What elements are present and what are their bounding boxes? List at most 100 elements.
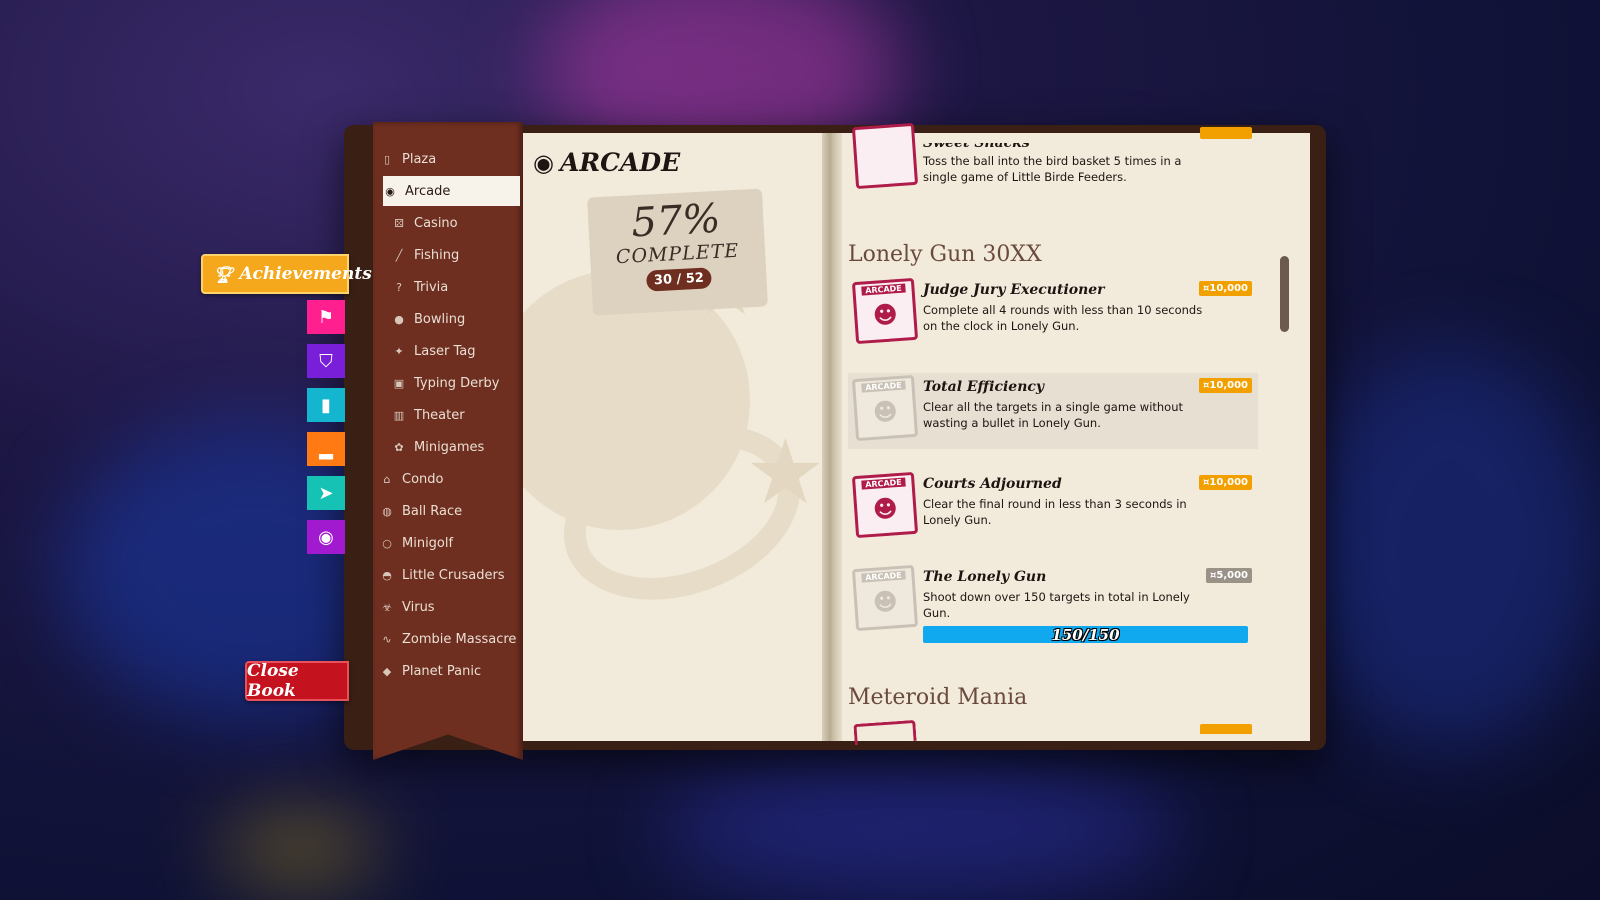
achievement-name: The Lonely Gun xyxy=(923,569,1047,585)
achievement-badge xyxy=(851,122,919,190)
nav-item-bowling[interactable]: ● Bowling xyxy=(392,304,520,334)
nav-item-trivia[interactable]: ? Trivia xyxy=(392,272,520,302)
scrollbar-thumb[interactable] xyxy=(1280,256,1289,332)
nav-item-little-crusaders[interactable]: ◓ Little Crusaders xyxy=(380,560,520,590)
nav-item-minigames[interactable]: ✿ Minigames xyxy=(392,432,520,462)
badge-label: ARCADE xyxy=(860,570,907,583)
reward-badge xyxy=(1200,127,1252,139)
bowling-ball-icon: ● xyxy=(394,312,404,326)
achievement-entry[interactable]: ARCADE ☻ Judge Jury Executioner Complete al… xyxy=(848,276,1258,352)
nav-item-label: Plaza xyxy=(402,151,437,167)
bar-chart-icon: ▮ xyxy=(321,394,331,416)
planet-icon: ◉ xyxy=(533,148,554,177)
flag-icon: ⚑ xyxy=(317,306,335,328)
nav-item-fishing[interactable]: ╱ Fishing xyxy=(392,240,520,270)
popcorn-icon: ▥ xyxy=(393,408,405,422)
badge-art-icon: ☻ xyxy=(871,587,899,617)
reward-badge xyxy=(1200,724,1252,734)
close-book-button[interactable]: Close Book xyxy=(245,661,349,701)
achievement-badge: ARCADE ☻ xyxy=(851,374,919,442)
nav-item-virus[interactable]: ☣ Virus xyxy=(380,592,520,622)
minigames-icon: ✿ xyxy=(394,440,404,454)
nav-item-label: Typing Derby xyxy=(414,375,500,391)
achievement-desc: Toss the ball into the bird basket 5 tim… xyxy=(923,154,1182,184)
achievement-progress-bar: 150/150 xyxy=(923,625,1248,644)
nav-item-arcade[interactable]: ◉ Arcade xyxy=(383,176,520,206)
badge-art-icon: ☻ xyxy=(871,300,899,330)
progress-text: 150/150 xyxy=(1051,625,1120,644)
nav-item-zombie-massacre[interactable]: ∿ Zombie Massacre xyxy=(380,624,520,654)
achievement-name: Judge Jury Executioner xyxy=(923,282,1105,298)
nav-item-laser-tag[interactable]: ✦ Laser Tag xyxy=(392,336,520,366)
achievement-name: Total Efficiency xyxy=(923,379,1045,395)
section-title: ◉ ARCADE xyxy=(533,148,680,177)
reward-badge: ¤10,000 xyxy=(1199,281,1252,296)
nav-item-planet-panic[interactable]: ◆ Planet Panic xyxy=(380,656,520,686)
badge-art-icon: ☻ xyxy=(871,397,899,427)
nav-item-label: Bowling xyxy=(414,311,466,327)
nav-item-label: Virus xyxy=(402,599,435,615)
achievement-name: Courts Adjourned xyxy=(923,476,1062,492)
achievement-badge xyxy=(853,719,917,746)
side-tab-fish[interactable]: ➤ xyxy=(307,476,345,510)
completion-count: 30 / 52 xyxy=(645,267,713,292)
nav-item-plaza[interactable]: ▯ Plaza xyxy=(380,144,520,174)
side-tab-bar-chart[interactable]: ▮ xyxy=(307,388,345,422)
nav-item-condo[interactable]: ⌂ Condo xyxy=(380,464,520,494)
nav-item-label: Laser Tag xyxy=(414,343,476,359)
achievements-tab[interactable]: 🏆︎ Achievements xyxy=(201,254,372,294)
ball-icon: ◍ xyxy=(382,504,392,518)
plaza-icon: ▯ xyxy=(383,152,391,166)
nav-item-label: Minigames xyxy=(414,439,485,455)
completion-card: 57% COMPLETE 30 / 52 xyxy=(587,188,768,316)
group-title: Lonely Gun 30XX xyxy=(848,242,1042,267)
background-glow xyxy=(220,820,380,880)
achievements-tab-label: Achievements xyxy=(239,264,372,284)
side-tab-planet[interactable]: ◉ xyxy=(307,520,345,554)
nav-item-label: Little Crusaders xyxy=(402,567,505,583)
nav-item-label: Planet Panic xyxy=(402,663,482,679)
achievement-badge: ARCADE ☻ xyxy=(851,471,919,539)
background-glow xyxy=(660,760,1180,900)
badge-label: ARCADE xyxy=(860,380,907,393)
nav-item-ball-race[interactable]: ◍ Ball Race xyxy=(380,496,520,526)
badge-label: ARCADE xyxy=(860,283,907,296)
nav-item-label: Fishing xyxy=(414,247,460,263)
reward-badge: ¤10,000 xyxy=(1199,378,1252,393)
achievement-entry[interactable]: ARCADE ☻ Courts Adjourned Clear the final r… xyxy=(848,470,1258,546)
group-title: Meteroid Mania xyxy=(848,685,1028,710)
nav-item-casino[interactable]: ⚄ Casino xyxy=(392,208,520,238)
nav-item-minigolf[interactable]: ○ Minigolf xyxy=(380,528,520,558)
badge-label: ARCADE xyxy=(860,477,907,490)
achievement-entry[interactable]: ARCADE ☻ Total Efficiency Clear all the tar… xyxy=(848,373,1258,449)
achievement-badge: ARCADE ☻ xyxy=(851,564,919,632)
helmet-icon: ◓ xyxy=(382,568,392,582)
side-tab-flag[interactable]: ⚑ xyxy=(307,300,345,334)
nav-item-label: Arcade xyxy=(405,183,451,199)
nav-item-label: Ball Race xyxy=(402,503,463,519)
podium-icon: ▂ xyxy=(319,438,333,460)
golf-ball-icon: ○ xyxy=(382,536,392,550)
typing-icon: ▣ xyxy=(393,376,405,390)
side-tab-shield[interactable]: ⛉ xyxy=(307,344,345,378)
achievement-badge: ARCADE ☻ xyxy=(851,277,919,345)
biohazard-icon: ☣ xyxy=(382,600,392,614)
reward-badge: ¤10,000 xyxy=(1199,475,1252,490)
achievement-name: Sweet Snacks xyxy=(923,135,1030,151)
achievement-desc: Complete all 4 rounds with less than 10 … xyxy=(923,303,1203,333)
nav-item-theater[interactable]: ▥ Theater xyxy=(392,400,520,430)
laser-gun-icon: ✦ xyxy=(394,344,404,358)
nav-item-label: Theater xyxy=(414,407,465,423)
badge-art-icon: ☻ xyxy=(871,494,899,524)
star-watermark: ★ xyxy=(745,420,826,525)
achievement-partial: Sweet Snacks Toss the ball into the bird… xyxy=(848,122,1258,203)
completion-percent: 57% xyxy=(630,195,722,247)
heartbeat-icon: ∿ xyxy=(382,632,392,646)
planet-icon: ◉ xyxy=(385,184,395,198)
side-tab-podium[interactable]: ▂ xyxy=(307,432,345,466)
nav-item-typing-derby[interactable]: ▣ Typing Derby xyxy=(392,368,520,398)
close-book-label: Close Book xyxy=(247,661,299,701)
nav-item-label: Trivia xyxy=(414,279,449,295)
nav-item-label: Condo xyxy=(402,471,444,487)
nav-item-label: Zombie Massacre xyxy=(402,631,517,647)
